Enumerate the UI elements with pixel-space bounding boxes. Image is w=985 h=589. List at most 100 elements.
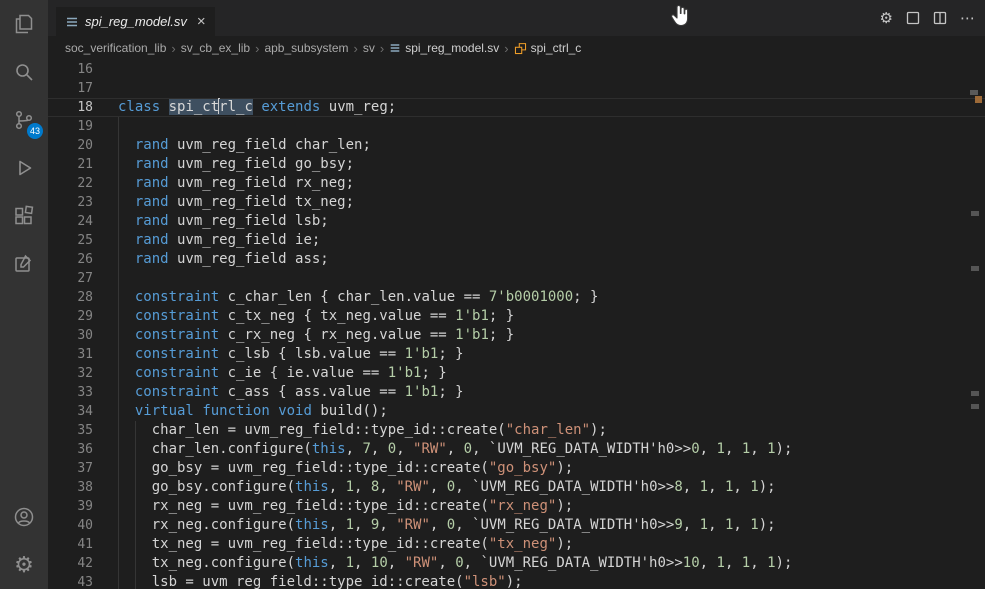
code-segment: "rx_neg"	[489, 498, 556, 514]
line-number: 32	[48, 364, 93, 383]
account-icon[interactable]	[0, 493, 48, 541]
tab-close-icon[interactable]: ×	[197, 14, 206, 29]
line-number: 21	[48, 155, 93, 174]
code-segment: ,	[725, 555, 742, 571]
code-line[interactable]: 36 char_len.configure(this, 7, 0, "RW", …	[48, 440, 985, 459]
breadcrumb-folder[interactable]: sv_cb_ex_lib	[181, 41, 250, 55]
code-segment: 0	[691, 441, 699, 457]
code-line[interactable]: 20 rand uvm_reg_field char_len;	[48, 136, 985, 155]
code-segment: extends	[261, 99, 320, 115]
layout-icon[interactable]	[906, 11, 920, 25]
code-segment: char_len.configure(	[118, 441, 312, 457]
code-segment: class	[118, 99, 160, 115]
line-number: 40	[48, 516, 93, 535]
code-line[interactable]: 18class spi_ctrl_c extends uvm_reg;	[48, 98, 985, 117]
code-segment: 1	[700, 517, 708, 533]
code-line[interactable]: 24 rand uvm_reg_field lsb;	[48, 212, 985, 231]
code-segment: "tx_neg"	[489, 536, 556, 552]
code-segment	[118, 365, 135, 381]
code-line[interactable]: 23 rand uvm_reg_field tx_neg;	[48, 193, 985, 212]
breadcrumb-folder[interactable]: apb_subsystem	[264, 41, 348, 55]
code-line[interactable]: 43 lsb = uvm_reg_field::type_id::create(…	[48, 573, 985, 589]
code-line[interactable]: 42 tx_neg.configure(this, 1, 10, "RW", 0…	[48, 554, 985, 573]
code-segment: 0	[455, 555, 463, 571]
class-symbol-icon	[514, 42, 527, 55]
code-segment: , `UVM_REG_DATA_WIDTH'h0>>	[455, 479, 674, 495]
code-line[interactable]: 22 rand uvm_reg_field rx_neg;	[48, 174, 985, 193]
code-line[interactable]: 39 rx_neg = uvm_reg_field::type_id::crea…	[48, 497, 985, 516]
breadcrumb-folder[interactable]: sv	[363, 41, 375, 55]
code-line[interactable]: 31 constraint c_lsb { lsb.value == 1'b1;…	[48, 345, 985, 364]
settings-gear-icon[interactable]: ⚙	[0, 541, 48, 589]
editor-settings-icon[interactable]: ⚙	[880, 9, 893, 27]
code-segment: go_bsy.configure(	[118, 479, 295, 495]
code-line[interactable]: 27	[48, 269, 985, 288]
scm-badge: 43	[27, 123, 43, 139]
code-line[interactable]: 35 char_len = uvm_reg_field::type_id::cr…	[48, 421, 985, 440]
breadcrumb-symbol[interactable]: spi_ctrl_c	[514, 41, 582, 55]
tab-spi-reg-model[interactable]: spi_reg_model.sv ×	[56, 7, 215, 36]
split-editor-icon[interactable]	[933, 11, 947, 25]
line-number: 35	[48, 421, 93, 440]
code-segment: c_ie { ie.value ==	[219, 365, 388, 381]
breadcrumb-folder[interactable]: soc_verification_lib	[65, 41, 166, 55]
code-line[interactable]: 34 virtual function void build();	[48, 402, 985, 421]
code-text: lsb = uvm_reg_field::type_id::create("ls…	[118, 573, 523, 589]
breadcrumb-separator: ›	[380, 41, 384, 56]
code-segment: build();	[312, 403, 388, 419]
breadcrumb-separator: ›	[354, 41, 358, 56]
overview-mark	[971, 211, 979, 216]
code-segment: );	[759, 479, 776, 495]
extensions-icon[interactable]	[0, 192, 48, 240]
notebook-edit-icon[interactable]	[0, 240, 48, 288]
code-segment: ,	[733, 517, 750, 533]
code-line[interactable]: 21 rand uvm_reg_field go_bsy;	[48, 155, 985, 174]
code-text: rand uvm_reg_field tx_neg;	[118, 193, 354, 212]
code-segment: 1'b1	[405, 384, 439, 400]
code-segment: virtual	[135, 403, 194, 419]
code-segment: uvm_reg_field ass;	[169, 251, 329, 267]
line-number: 20	[48, 136, 93, 155]
explorer-icon[interactable]	[0, 0, 48, 48]
run-debug-icon[interactable]	[0, 144, 48, 192]
code-line[interactable]: 41 tx_neg = uvm_reg_field::type_id::crea…	[48, 535, 985, 554]
line-number: 36	[48, 440, 93, 459]
code-segment: uvm_reg_field go_bsy;	[169, 156, 354, 172]
code-line[interactable]: 30 constraint c_rx_neg { rx_neg.value ==…	[48, 326, 985, 345]
code-segment: ; }	[489, 308, 514, 324]
overview-mark	[971, 266, 979, 271]
code-editor[interactable]: 161718class spi_ctrl_c extends uvm_reg;1…	[48, 60, 985, 589]
code-line[interactable]: 40 rx_neg.configure(this, 1, 9, "RW", 0,…	[48, 516, 985, 535]
breadcrumb-file[interactable]: spi_reg_model.sv	[389, 41, 499, 55]
overview-ruler[interactable]	[969, 60, 985, 589]
code-line[interactable]: 19	[48, 117, 985, 136]
overview-mark	[971, 391, 979, 396]
code-segment	[118, 403, 135, 419]
code-line[interactable]: 37 go_bsy = uvm_reg_field::type_id::crea…	[48, 459, 985, 478]
code-line[interactable]: 29 constraint c_tx_neg { tx_neg.value ==…	[48, 307, 985, 326]
code-line[interactable]: 33 constraint c_ass { ass.value == 1'b1;…	[48, 383, 985, 402]
code-line[interactable]: 28 constraint c_char_len { char_len.valu…	[48, 288, 985, 307]
more-actions-icon[interactable]: ⋯	[960, 9, 975, 27]
source-control-icon[interactable]: 43	[0, 96, 48, 144]
code-segment: rand	[135, 156, 169, 172]
activity-bar: 43	[0, 0, 48, 589]
code-segment: );	[556, 536, 573, 552]
code-line[interactable]: 26 rand uvm_reg_field ass;	[48, 250, 985, 269]
code-segment	[160, 99, 168, 115]
code-line[interactable]: 16	[48, 60, 985, 79]
code-line[interactable]: 25 rand uvm_reg_field ie;	[48, 231, 985, 250]
search-icon[interactable]	[0, 48, 48, 96]
indent-guide	[118, 117, 119, 589]
code-text: constraint c_char_len { char_len.value =…	[118, 288, 598, 307]
code-line[interactable]: 38 go_bsy.configure(this, 1, 8, "RW", 0,…	[48, 478, 985, 497]
code-segment: );	[556, 460, 573, 476]
code-line[interactable]: 17	[48, 79, 985, 98]
code-text: tx_neg = uvm_reg_field::type_id::create(…	[118, 535, 573, 554]
code-segment: this	[295, 517, 329, 533]
code-segment: "char_len"	[506, 422, 590, 438]
code-segment: 8	[674, 479, 682, 495]
code-line[interactable]: 32 constraint c_ie { ie.value == 1'b1; }	[48, 364, 985, 383]
code-segment: ,	[354, 517, 371, 533]
code-segment: ,	[683, 479, 700, 495]
